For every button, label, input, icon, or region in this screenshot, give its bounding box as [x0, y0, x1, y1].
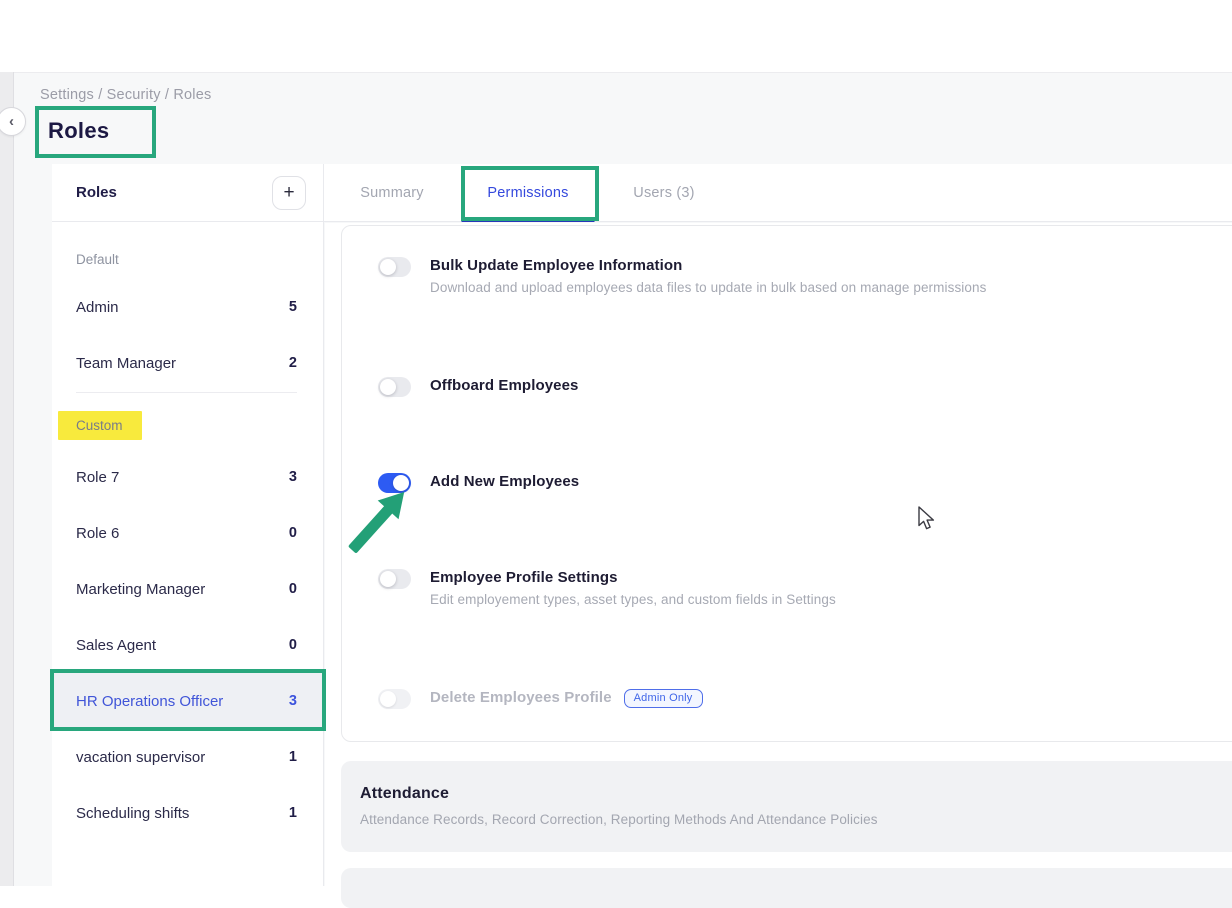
section-title: Attendance — [360, 785, 1232, 803]
role-name: Scheduling shifts — [76, 805, 189, 822]
delete-profile-toggle — [378, 689, 411, 709]
sidebar-item-role-6[interactable]: Role 6 0 — [52, 505, 323, 561]
role-name: Team Manager — [76, 355, 176, 372]
offboard-toggle[interactable] — [378, 377, 411, 397]
role-user-count: 1 — [289, 749, 297, 765]
bulk-update-toggle[interactable] — [378, 257, 411, 277]
role-name: vacation supervisor — [76, 749, 205, 766]
page-title: Roles — [48, 118, 109, 144]
permission-description: Download and upload employees data files… — [430, 280, 986, 295]
add-role-button[interactable]: + — [272, 176, 306, 210]
sidebar-item-admin[interactable]: Admin 5 — [52, 279, 323, 335]
profile-settings-toggle[interactable] — [378, 569, 411, 589]
permission-label: Offboard Employees — [430, 375, 579, 397]
admin-only-badge: Admin Only — [624, 689, 703, 708]
attendance-section-card[interactable]: Attendance Attendance Records, Record Co… — [341, 761, 1232, 852]
role-name: Role 6 — [76, 525, 119, 542]
tab-permissions[interactable]: Permissions — [487, 164, 568, 222]
next-section-card-partial[interactable] — [341, 868, 1232, 908]
role-name: Admin — [76, 299, 119, 316]
breadcrumb[interactable]: Settings / Security / Roles — [40, 87, 211, 103]
role-user-count: 0 — [289, 581, 297, 597]
permission-description: Edit employement types, asset types, and… — [430, 592, 836, 607]
permission-row-add-new-employees: Add New Employees — [378, 472, 1232, 493]
sidebar-item-hr-operations-officer[interactable]: HR Operations Officer 3 — [52, 673, 323, 729]
role-name: Sales Agent — [76, 637, 156, 654]
permission-label: Add New Employees — [430, 471, 579, 493]
role-user-count: 5 — [289, 299, 297, 315]
permission-label: Bulk Update Employee Information — [430, 255, 986, 277]
permission-row-offboard: Offboard Employees — [378, 376, 1232, 397]
active-tab-indicator — [462, 219, 595, 222]
permission-row-bulk-update: Bulk Update Employee Information Downloa… — [378, 256, 1232, 295]
left-edge-strip — [0, 72, 14, 886]
employees-permissions-panel: Bulk Update Employee Information Downloa… — [341, 225, 1232, 742]
sidebar-item-scheduling-shifts[interactable]: Scheduling shifts 1 — [52, 785, 323, 841]
role-name: Role 7 — [76, 469, 119, 486]
chevron-left-icon: ‹ — [9, 113, 14, 130]
role-user-count: 1 — [289, 805, 297, 821]
role-name: HR Operations Officer — [76, 693, 223, 710]
toggle-knob — [380, 691, 396, 707]
custom-label-highlight: Custom — [58, 411, 142, 440]
sidebar-header: Roles + — [52, 164, 323, 222]
section-label-custom: Custom — [52, 404, 323, 446]
toggle-knob — [380, 379, 396, 395]
permission-row-profile-settings: Employee Profile Settings Edit employeme… — [378, 568, 1232, 607]
sidebar-item-role-7[interactable]: Role 7 3 — [52, 449, 323, 505]
add-new-employees-toggle[interactable] — [378, 473, 411, 493]
role-user-count: 0 — [289, 525, 297, 541]
role-name: Marketing Manager — [76, 581, 205, 598]
sidebar-item-team-manager[interactable]: Team Manager 2 — [52, 335, 323, 391]
tab-users[interactable]: Users (3) — [633, 164, 694, 222]
sidebar-item-sales-agent[interactable]: Sales Agent 0 — [52, 617, 323, 673]
sidebar-item-vacation-supervisor[interactable]: vacation supervisor 1 — [52, 729, 323, 785]
role-user-count: 3 — [289, 693, 297, 709]
tab-summary[interactable]: Summary — [360, 164, 423, 222]
detail-tabbar: Summary Permissions Users (3) — [324, 164, 1232, 222]
toggle-knob — [393, 475, 409, 491]
toggle-knob — [380, 259, 396, 275]
sidebar-divider — [76, 392, 297, 393]
section-label-default: Default — [52, 238, 323, 280]
permission-row-delete-profile: Delete Employees Profile Admin Only — [378, 688, 1232, 709]
roles-settings-page: ‹ Settings / Security / Roles Roles Role… — [0, 0, 1232, 886]
sidebar-header-title: Roles — [76, 184, 117, 201]
permission-label: Delete Employees Profile — [430, 687, 612, 709]
role-user-count: 3 — [289, 469, 297, 485]
plus-icon: + — [283, 182, 294, 204]
section-description: Attendance Records, Record Correction, R… — [360, 812, 1232, 827]
permission-label: Employee Profile Settings — [430, 567, 836, 589]
sidebar-item-marketing-manager[interactable]: Marketing Manager 0 — [52, 561, 323, 617]
toggle-knob — [380, 571, 396, 587]
roles-sidebar: Roles + Default Admin 5 Team Manager 2 C… — [52, 164, 324, 886]
role-user-count: 0 — [289, 637, 297, 653]
role-user-count: 2 — [289, 355, 297, 371]
